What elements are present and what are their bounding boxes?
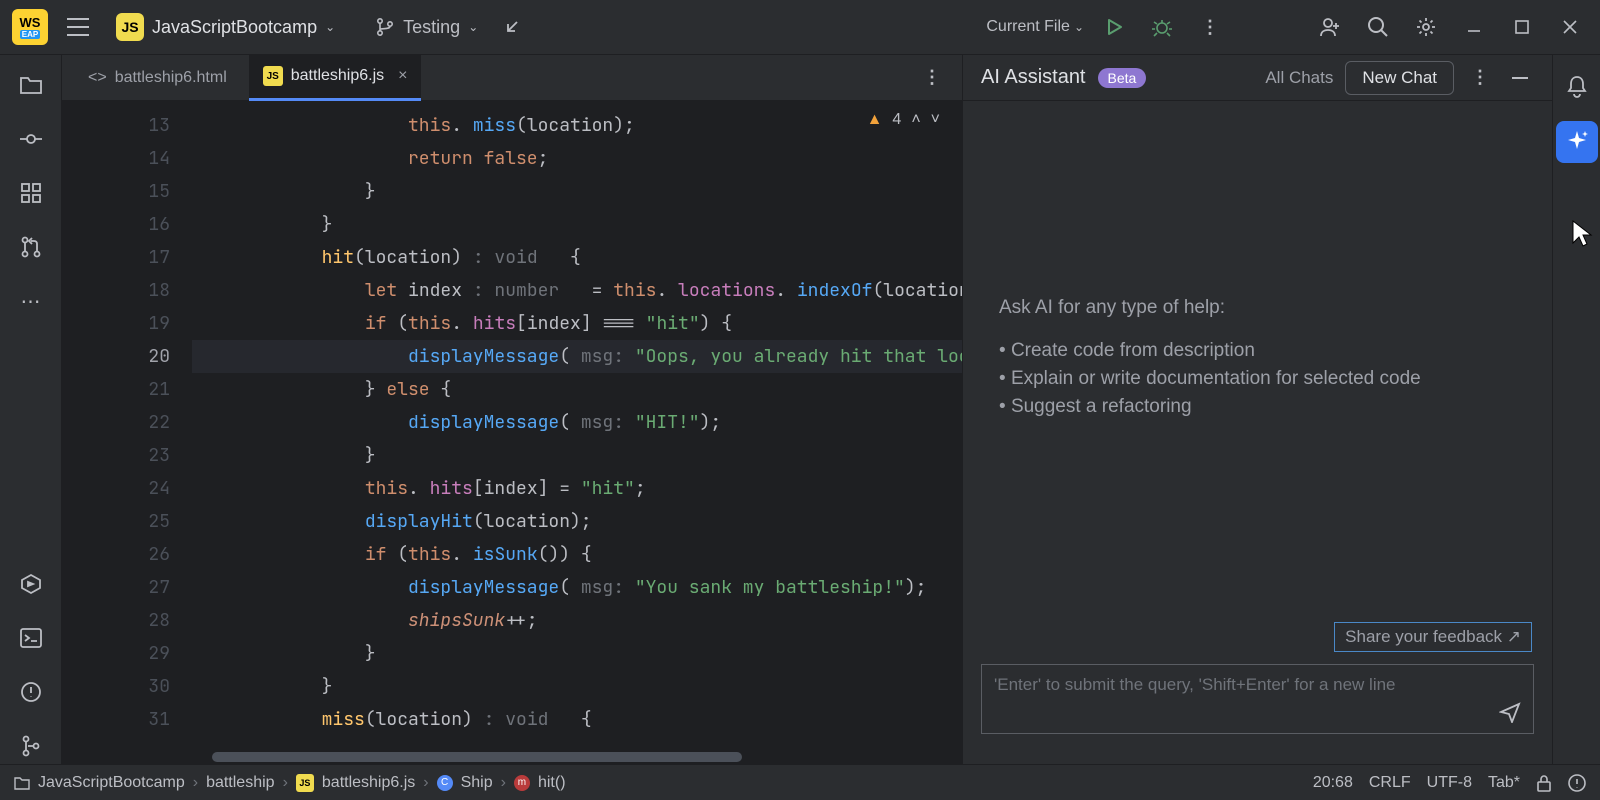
close-window-icon[interactable] — [1552, 9, 1588, 45]
ai-more-icon[interactable]: ⋮ — [1466, 60, 1494, 96]
ai-chat-content: Ask AI for any type of help: Create code… — [963, 101, 1552, 664]
new-chat-button[interactable]: New Chat — [1345, 61, 1454, 95]
warning-count: 4 — [892, 111, 901, 129]
body-area: ⋯ <> battleship6.html JS battleship6.js … — [0, 55, 1600, 764]
ai-sparkle-button[interactable] — [1556, 121, 1598, 163]
commit-icon[interactable] — [13, 121, 49, 157]
project-name: JavaScriptBootcamp — [152, 17, 317, 38]
ai-assistant-panel: AI Assistant Beta All Chats New Chat ⋮ A… — [962, 55, 1552, 764]
file-encoding[interactable]: UTF-8 — [1427, 774, 1472, 792]
terminal-icon[interactable] — [13, 620, 49, 656]
ai-suggestion-item: Explain or write documentation for selec… — [999, 365, 1516, 393]
tab-label: battleship6.js — [291, 67, 384, 85]
ai-suggestion-item: Create code from description — [999, 337, 1516, 365]
branch-name[interactable]: Testing — [403, 17, 460, 38]
line-gutter: 13141516171819202122232425262728293031 — [62, 101, 192, 764]
js-icon: JS — [116, 13, 144, 41]
js-file-icon: JS — [263, 66, 283, 86]
ai-prompt-heading: Ask AI for any type of help: — [999, 297, 1516, 319]
run-config-label: Current File — [986, 18, 1070, 36]
ai-suggestion-item: Suggest a refactoring — [999, 393, 1516, 421]
right-tool-bar — [1552, 55, 1600, 764]
html-file-icon: <> — [88, 69, 107, 87]
branch-icon — [375, 17, 395, 37]
main-toolbar: WSEAP JS JavaScriptBootcamp ⌄ Testing ⌄ … — [0, 0, 1600, 55]
tab-more-icon[interactable]: ⋮ — [914, 60, 950, 96]
breadcrumb-folder[interactable]: battleship — [206, 774, 275, 792]
breadcrumb-class[interactable]: Ship — [461, 774, 493, 792]
send-icon[interactable] — [1499, 701, 1521, 723]
run-config-selector[interactable]: Current File ⌄ — [986, 18, 1084, 36]
project-selector[interactable]: JS JavaScriptBootcamp ⌄ — [108, 9, 343, 45]
ai-suggestions-list: Create code from descriptionExplain or w… — [999, 337, 1516, 421]
mouse-cursor-icon — [1570, 219, 1594, 249]
ide-logo: WSEAP — [12, 9, 48, 45]
breadcrumb-method[interactable]: hit() — [538, 774, 566, 792]
all-chats-link[interactable]: All Chats — [1265, 68, 1333, 88]
code-content[interactable]: this. miss(location); return false; } } … — [192, 101, 962, 764]
horizontal-scrollbar[interactable] — [192, 750, 962, 764]
incoming-arrow-icon[interactable] — [494, 9, 530, 45]
readonly-lock-icon[interactable] — [1536, 774, 1552, 792]
project-files-icon[interactable] — [13, 67, 49, 103]
code-editor[interactable]: ▲ 4 ˄ ˅ 13141516171819202122232425262728… — [62, 101, 962, 764]
feedback-link[interactable]: Share your feedback ↗ — [1334, 622, 1532, 652]
ai-title: AI Assistant — [981, 66, 1086, 89]
line-separator[interactable]: CRLF — [1369, 774, 1411, 792]
scrollbar-thumb[interactable] — [212, 752, 742, 762]
settings-gear-icon[interactable] — [1408, 9, 1444, 45]
problems-icon[interactable] — [13, 674, 49, 710]
hamburger-menu-icon[interactable] — [60, 9, 96, 45]
more-icon[interactable]: ⋯ — [13, 283, 49, 319]
left-tool-bar: ⋯ — [0, 55, 62, 764]
status-bar: JavaScriptBootcamp › battleship › JS bat… — [0, 764, 1600, 800]
class-icon: C — [437, 775, 453, 791]
method-icon: m — [514, 775, 530, 791]
breadcrumb[interactable]: JavaScriptBootcamp › battleship › JS bat… — [14, 774, 566, 792]
beta-badge: Beta — [1098, 68, 1147, 88]
services-icon[interactable] — [13, 566, 49, 602]
breadcrumb-file[interactable]: battleship6.js — [322, 774, 415, 792]
warning-icon[interactable]: ▲ — [867, 111, 883, 129]
ai-input-container — [981, 664, 1534, 734]
debug-button[interactable] — [1144, 9, 1180, 45]
close-tab-icon[interactable]: × — [398, 67, 407, 85]
tab-js[interactable]: JS battleship6.js × — [249, 55, 422, 101]
indent-setting[interactable]: Tab* — [1488, 774, 1520, 792]
js-file-icon: JS — [296, 774, 314, 792]
more-actions-icon[interactable]: ⋮ — [1192, 9, 1228, 45]
run-button[interactable] — [1096, 9, 1132, 45]
vcs-icon[interactable] — [13, 728, 49, 764]
maximize-window-icon[interactable] — [1504, 9, 1540, 45]
editor-pane: <> battleship6.html JS battleship6.js × … — [62, 55, 962, 764]
breadcrumb-folder-icon — [14, 776, 30, 790]
tab-html[interactable]: <> battleship6.html — [74, 55, 241, 101]
pull-requests-icon[interactable] — [13, 229, 49, 265]
status-info-icon[interactable] — [1568, 774, 1586, 792]
chevron-down-icon: ⌄ — [1074, 20, 1084, 34]
chevron-down-icon: ⌄ — [468, 20, 478, 34]
ai-panel-header: AI Assistant Beta All Chats New Chat ⋮ — [963, 55, 1552, 101]
breadcrumb-project[interactable]: JavaScriptBootcamp — [38, 774, 185, 792]
editor-tabs: <> battleship6.html JS battleship6.js × … — [62, 55, 962, 101]
add-user-icon[interactable] — [1312, 9, 1348, 45]
minimize-window-icon[interactable] — [1456, 9, 1492, 45]
prev-highlight-icon[interactable]: ˄ — [911, 111, 920, 129]
cursor-position[interactable]: 20:68 — [1313, 774, 1353, 792]
structure-icon[interactable] — [13, 175, 49, 211]
minimize-panel-icon[interactable] — [1506, 60, 1534, 96]
ai-query-input[interactable] — [982, 665, 1533, 733]
tab-label: battleship6.html — [115, 69, 227, 87]
notifications-icon[interactable] — [1559, 69, 1595, 105]
next-highlight-icon[interactable]: ˅ — [931, 111, 940, 129]
chevron-down-icon: ⌄ — [325, 20, 335, 34]
search-icon[interactable] — [1360, 9, 1396, 45]
editor-indicators: ▲ 4 ˄ ˅ — [867, 111, 940, 129]
